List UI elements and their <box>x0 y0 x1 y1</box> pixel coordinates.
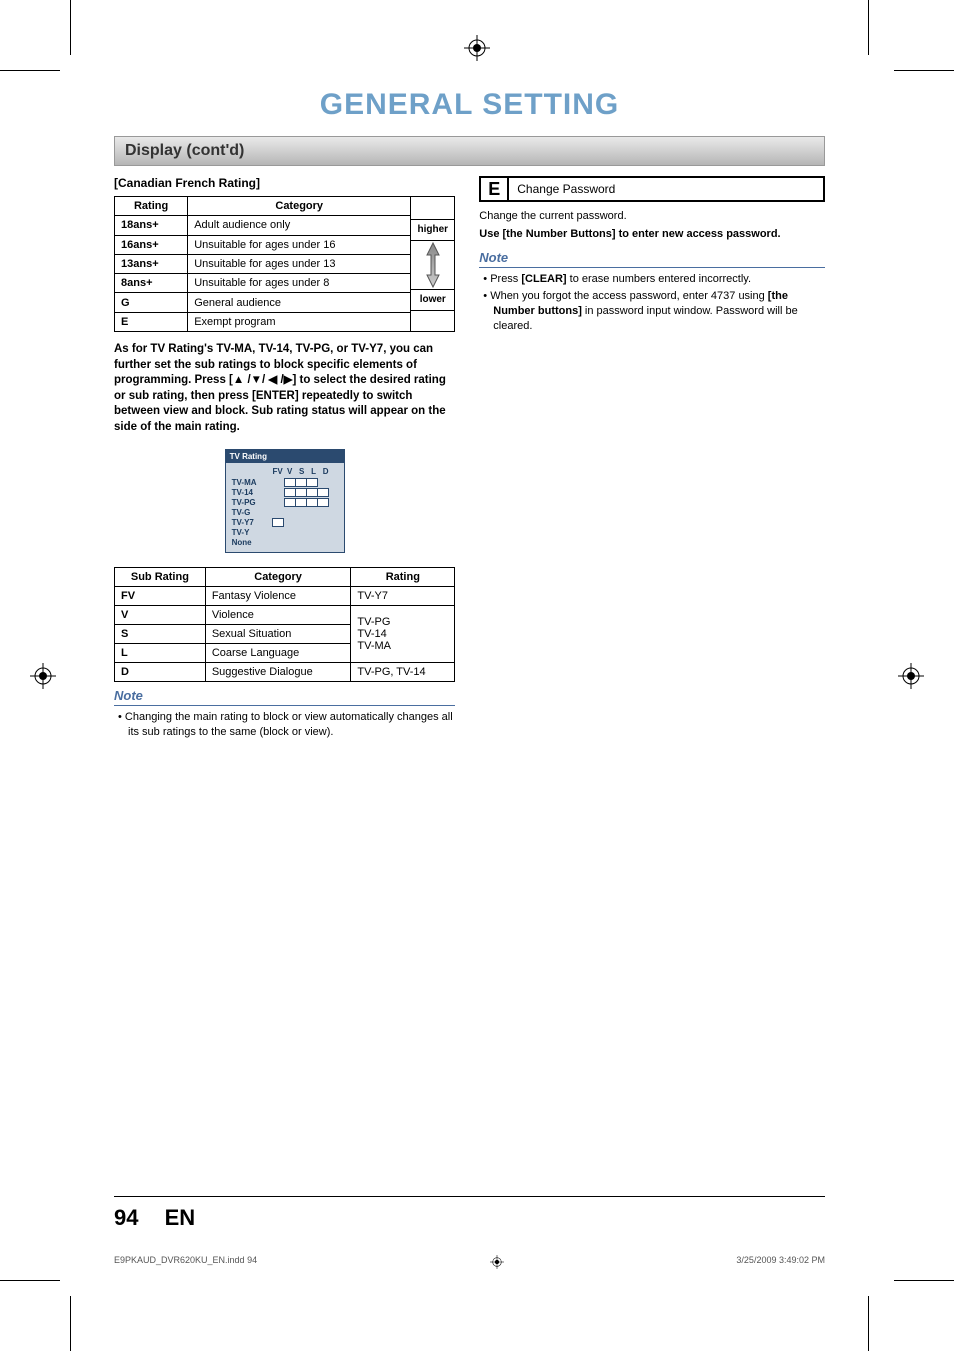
crop-mark <box>0 70 60 71</box>
option-label: Change Password <box>509 178 823 200</box>
crop-mark <box>70 1296 71 1351</box>
table-row: GGeneral audience <box>115 293 411 312</box>
table-row: 16ans+Unsuitable for ages under 16 <box>115 235 411 254</box>
table-row: 8ans+Unsuitable for ages under 8 <box>115 274 411 293</box>
use-number-instruction: Use [the Number Buttons] to enter new ac… <box>479 228 825 240</box>
note-right: Note Press [CLEAR] to erase numbers ente… <box>479 250 825 333</box>
section-heading: Display (cont'd) <box>114 136 825 166</box>
table-row: 13ans+Unsuitable for ages under 13 <box>115 254 411 273</box>
print-registration-icon <box>490 1255 504 1271</box>
table-row: FVFantasy ViolenceTV-Y7 <box>115 587 455 606</box>
option-letter: E <box>481 178 509 200</box>
table-row: VViolenceTV-PG TV-14 TV-MA <box>115 606 455 625</box>
note-item: Press [CLEAR] to erase numbers entered i… <box>483 272 825 287</box>
crop-mark <box>0 1280 60 1281</box>
table-row: EExempt program <box>115 312 411 331</box>
note-item: When you forgot the access password, ent… <box>483 289 825 334</box>
print-metadata: E9PKAUD_DVR620KU_EN.indd 94 3/25/2009 3:… <box>114 1255 825 1271</box>
table-row: DSuggestive DialogueTV-PG, TV-14 <box>115 663 455 682</box>
double-arrow-icon <box>411 241 454 290</box>
tv-rating-diagram: TV Rating FV V S L D TV-MATV-14TV-PGTV-G… <box>225 449 345 553</box>
crop-mark <box>868 0 869 55</box>
page-footer: 94 EN <box>114 1196 825 1231</box>
rating-scale: higher lower <box>411 196 455 332</box>
crop-mark <box>70 0 71 55</box>
page-lang: EN <box>165 1205 196 1230</box>
table-row: 18ans+Adult audience only <box>115 216 411 235</box>
page-title: GENERAL SETTING <box>114 88 825 122</box>
instruction-paragraph: As for TV Rating's TV-MA, TV-14, TV-PG, … <box>114 342 455 435</box>
registration-mark-icon <box>898 663 924 689</box>
page-number: 94 <box>114 1205 138 1230</box>
th-category: Category <box>188 197 411 216</box>
crop-mark <box>894 1280 954 1281</box>
note-left: Note Changing the main rating to block o… <box>114 688 455 740</box>
canadian-french-table: Rating Category 18ans+Adult audience onl… <box>114 196 455 332</box>
registration-mark-icon <box>464 35 490 61</box>
crop-mark <box>894 70 954 71</box>
change-password-desc: Change the current password. <box>479 210 825 222</box>
note-item: Changing the main rating to block or vie… <box>118 710 455 740</box>
sub-rating-table: Sub Rating Category Rating FVFantasy Vio… <box>114 567 455 682</box>
canadian-french-heading: [Canadian French Rating] <box>114 176 455 190</box>
registration-mark-icon <box>30 663 56 689</box>
option-e-box: E Change Password <box>479 176 825 202</box>
crop-mark <box>868 1296 869 1351</box>
th-rating: Rating <box>115 197 188 216</box>
